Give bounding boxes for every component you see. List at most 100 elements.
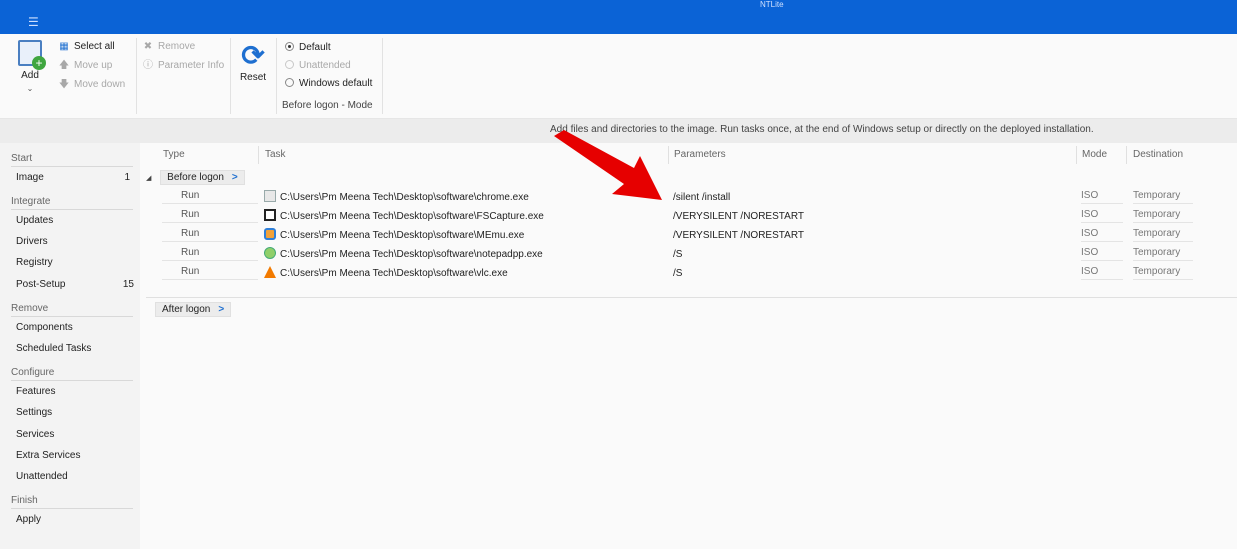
sidebar-item-image[interactable]: Image 1: [16, 169, 134, 187]
refresh-icon: ⟳: [241, 40, 265, 71]
parameters-cell[interactable]: /S: [673, 264, 682, 283]
sidebar-item-post-setup[interactable]: Post-Setup 15: [16, 276, 134, 294]
sidebar-item-services[interactable]: Services: [16, 426, 134, 444]
sidebar-item-unattended[interactable]: Unattended: [16, 468, 134, 486]
mode-cell: ISO: [1081, 245, 1123, 261]
remove-x-icon: ✖: [143, 41, 153, 52]
radio-icon: [285, 60, 294, 69]
arrow-up-icon: 🡅: [58, 60, 70, 71]
sidebar-item-updates[interactable]: Updates: [16, 212, 134, 230]
radio-unattended-label: Unattended: [299, 60, 351, 71]
column-header-parameters[interactable]: Parameters: [674, 149, 726, 160]
sidebar-item-drivers[interactable]: Drivers: [16, 233, 134, 251]
table-row[interactable]: Run C:\Users\Pm Meena Tech\Desktop\softw…: [140, 188, 1237, 207]
sidebar-item-label: Post-Setup: [16, 279, 66, 290]
type-cell: Run: [162, 207, 258, 223]
task-cell: C:\Users\Pm Meena Tech\Desktop\software\…: [264, 188, 529, 207]
column-header-task[interactable]: Task: [265, 149, 286, 160]
red-arrow-annotation: [554, 130, 662, 200]
remove-button[interactable]: ✖ Remove: [142, 39, 195, 55]
radio-selected-icon: [285, 42, 294, 51]
fscapture-icon: [264, 209, 276, 221]
sidebar-item-apply[interactable]: Apply: [16, 511, 134, 529]
group-after-logon[interactable]: After logon >: [146, 301, 232, 319]
move-up-label: Move up: [74, 60, 113, 71]
mode-cell: ISO: [1081, 188, 1123, 204]
memu-icon: [264, 228, 276, 240]
section-finish: Finish: [11, 494, 133, 509]
destination-cell: Temporary: [1133, 226, 1193, 242]
mode-group-label: Before logon - Mode: [282, 100, 373, 111]
sidebar-item-scheduled-tasks[interactable]: Scheduled Tasks: [16, 340, 134, 358]
red-arrow-shape: [554, 130, 662, 200]
type-cell: Run: [162, 226, 258, 242]
title-bar: ☰ NTLite: [0, 0, 1237, 34]
add-label: Add: [21, 70, 39, 81]
arrow-down-icon: 🡇: [58, 79, 70, 90]
info-icon: ⓘ: [143, 60, 153, 71]
add-button[interactable]: + Add ⌄: [14, 40, 46, 100]
sidebar-item-extra-services[interactable]: Extra Services: [16, 447, 134, 465]
vlc-icon: [264, 266, 276, 278]
reset-button[interactable]: ⟳ Reset: [236, 40, 270, 100]
post-setup-panel: Type Task Parameters Mode Destination ◢ …: [140, 143, 1237, 549]
task-path: C:\Users\Pm Meena Tech\Desktop\software\…: [280, 211, 544, 222]
radio-windows-default-label: Windows default: [299, 78, 373, 89]
column-header-type[interactable]: Type: [163, 149, 185, 160]
mode-cell: ISO: [1081, 226, 1123, 242]
group-divider: [146, 297, 1237, 298]
task-cell: C:\Users\Pm Meena Tech\Desktop\software\…: [264, 264, 508, 283]
task-cell: C:\Users\Pm Meena Tech\Desktop\software\…: [264, 226, 524, 245]
section-remove: Remove: [11, 302, 133, 317]
destination-cell: Temporary: [1133, 245, 1193, 261]
task-path: C:\Users\Pm Meena Tech\Desktop\software\…: [280, 268, 508, 279]
remove-label: Remove: [158, 41, 196, 52]
group-before-logon[interactable]: ◢ Before logon >: [146, 169, 245, 187]
parameter-info-label: Parameter Info: [158, 60, 225, 71]
count-badge: 15: [122, 279, 134, 290]
parameter-info-button[interactable]: ⓘ Parameter Info: [142, 58, 224, 74]
chevron-down-icon: ⌄: [26, 84, 34, 93]
type-cell: Run: [162, 188, 258, 204]
radio-unattended[interactable]: Unattended: [285, 58, 351, 74]
section-configure: Configure: [11, 366, 133, 381]
chrome-installer-icon: [264, 190, 276, 202]
group-label: After logon: [162, 304, 211, 315]
radio-windows-default[interactable]: Windows default: [285, 76, 372, 92]
sidebar-item-components[interactable]: Components: [16, 319, 134, 337]
parameters-cell[interactable]: /VERYSILENT /NORESTART: [673, 207, 804, 226]
chevron-right-icon: >: [218, 304, 225, 315]
destination-cell: Temporary: [1133, 188, 1193, 204]
sidebar-item-registry[interactable]: Registry: [16, 254, 134, 272]
hamburger-icon[interactable]: ☰: [28, 15, 39, 29]
parameters-cell[interactable]: /silent /install: [673, 188, 730, 207]
grid-icon: ▦: [59, 41, 69, 52]
table-row[interactable]: Run C:\Users\Pm Meena Tech\Desktop\softw…: [140, 226, 1237, 245]
after-logon-button[interactable]: After logon >: [155, 302, 232, 317]
task-cell: C:\Users\Pm Meena Tech\Desktop\software\…: [264, 245, 543, 264]
move-down-button[interactable]: 🡇 Move down: [58, 77, 125, 93]
column-header-mode[interactable]: Mode: [1082, 149, 1107, 160]
group-label: Before logon: [167, 172, 224, 183]
mode-cell: ISO: [1081, 264, 1123, 280]
sidebar-item-features[interactable]: Features: [16, 383, 134, 401]
type-cell: Run: [162, 245, 258, 261]
column-header-destination[interactable]: Destination: [1133, 149, 1183, 160]
sidebar-item-settings[interactable]: Settings: [16, 404, 134, 422]
select-all-button[interactable]: ▦ Select all: [58, 39, 114, 55]
parameters-cell[interactable]: /VERYSILENT /NORESTART: [673, 226, 804, 245]
collapse-triangle-icon[interactable]: ◢: [146, 175, 151, 182]
task-path: C:\Users\Pm Meena Tech\Desktop\software\…: [280, 230, 525, 241]
ribbon-toolbar: + Add ⌄ ▦ Select all 🡅 Move up 🡇 Move down …: [0, 34, 1237, 119]
destination-cell: Temporary: [1133, 264, 1193, 280]
radio-default[interactable]: Default: [285, 40, 331, 56]
parameters-cell[interactable]: /S: [673, 245, 682, 264]
move-up-button[interactable]: 🡅 Move up: [58, 58, 113, 74]
section-start: Start: [11, 152, 133, 167]
table-row[interactable]: Run C:\Users\Pm Meena Tech\Desktop\softw…: [140, 245, 1237, 264]
type-cell: Run: [162, 264, 258, 280]
task-path: C:\Users\Pm Meena Tech\Desktop\software\…: [280, 249, 543, 260]
table-row[interactable]: Run C:\Users\Pm Meena Tech\Desktop\softw…: [140, 264, 1237, 283]
before-logon-button[interactable]: Before logon >: [160, 170, 245, 185]
table-row[interactable]: Run C:\Users\Pm Meena Tech\Desktop\softw…: [140, 207, 1237, 226]
